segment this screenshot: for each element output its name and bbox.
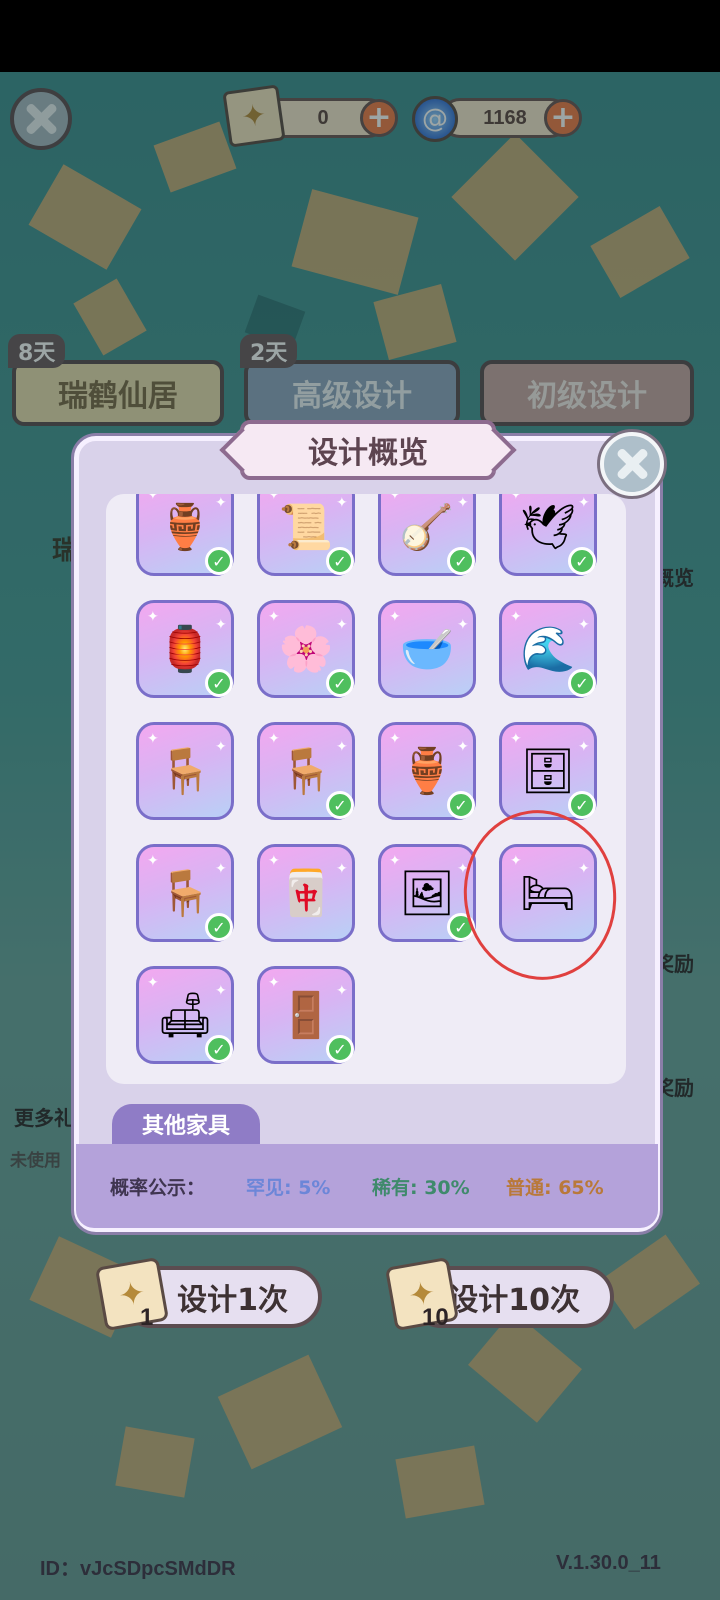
sparkle-icon: ✦: [457, 739, 469, 755]
sparkle-icon: ✦: [578, 739, 590, 755]
sparkle-icon: ✦: [510, 609, 522, 625]
sparkle-icon: ✦: [215, 861, 227, 877]
lattice-screen-icon: 🚪: [278, 990, 334, 1041]
sparkle-icon: ✦: [147, 731, 159, 747]
sparkle-icon: ✦: [510, 494, 522, 503]
cost-count: 10: [422, 1304, 449, 1331]
furniture-item[interactable]: 🗄 ✦ ✦ ✓: [499, 722, 597, 820]
probability-label: 概率公示：: [110, 1176, 206, 1199]
furniture-item[interactable]: 🏺 ✦ ✦ ✓: [136, 494, 234, 576]
sparkle-icon: ✦: [457, 617, 469, 633]
cost-count: 1: [140, 1304, 154, 1331]
sparkle-icon: ✦: [215, 495, 227, 511]
sparkle-icon: ✦: [336, 983, 348, 999]
sparkle-icon: ✦: [389, 609, 401, 625]
owned-check-icon: ✓: [205, 547, 233, 575]
furniture-item[interactable]: 🏺 ✦ ✦ ✓: [378, 722, 476, 820]
sparkle-icon: ✦: [578, 617, 590, 633]
incense-burner-icon: 🏺: [157, 502, 213, 553]
sparkle-icon: ✦: [215, 983, 227, 999]
sparkle-icon: ✦: [389, 494, 401, 503]
sparkle-icon: ✦: [510, 731, 522, 747]
probability-bar: 概率公示： 罕见: 5% 稀有: 30% 普通: 65%: [76, 1144, 658, 1228]
owned-check-icon: ✓: [326, 669, 354, 697]
modal-title: 设计概览: [240, 420, 496, 480]
furniture-item[interactable]: 🌸 ✦ ✦ ✓: [257, 600, 355, 698]
uncommon-rate: 稀有: 30%: [372, 1176, 470, 1199]
square-stool-icon: 🪑: [157, 746, 213, 797]
furniture-item[interactable]: 🚪 ✦ ✦ ✓: [257, 966, 355, 1064]
modal-title-text: 设计概览: [308, 436, 428, 471]
sparkle-icon: ✦: [147, 975, 159, 991]
sparkle-icon: ✦: [389, 853, 401, 869]
crane-scroll-icon: ✦: [94, 1256, 170, 1332]
sparkle-icon: ✦: [336, 617, 348, 633]
wave-tray-icon: 🌊: [520, 624, 576, 675]
sparkle-icon: ✦: [336, 739, 348, 755]
owned-check-icon: ✓: [205, 1035, 233, 1063]
furniture-item[interactable]: 🪑 ✦ ✦ ✓: [257, 722, 355, 820]
furniture-item[interactable]: 🏮 ✦ ✦ ✓: [136, 600, 234, 698]
owned-check-icon: ✓: [205, 913, 233, 941]
sparkle-icon: ✦: [457, 495, 469, 511]
display-shelf-icon: 🗄: [520, 746, 576, 797]
furniture-item[interactable]: 🌊 ✦ ✦ ✓: [499, 600, 597, 698]
armchair-icon: 🪑: [157, 868, 213, 919]
status-bar: [0, 0, 720, 72]
owned-check-icon: ✓: [568, 791, 596, 819]
owned-check-icon: ✓: [326, 791, 354, 819]
sparkle-icon: ✦: [268, 853, 280, 869]
furniture-item[interactable]: 🪑 ✦ ✦: [136, 722, 234, 820]
common-rate: 普通: 65%: [506, 1176, 604, 1199]
low-bench-icon: 🛋: [157, 990, 213, 1041]
furniture-item[interactable]: 🕊 ✦ ✦ ✓: [499, 494, 597, 576]
gourd-vase-icon: 🏺: [399, 746, 455, 797]
owned-check-icon: ✓: [447, 791, 475, 819]
player-id: ID：vJcSDpcSMdDR: [40, 1558, 236, 1580]
painted-screen-icon: 🖼: [399, 868, 455, 919]
other-furniture-tab[interactable]: 其他家具: [112, 1104, 260, 1144]
folding-screen-icon: 🀄: [278, 868, 334, 919]
sparkle-icon: ✦: [336, 861, 348, 877]
sparkle-icon: ✦: [147, 609, 159, 625]
owned-check-icon: ✓: [447, 547, 475, 575]
owned-check-icon: ✓: [568, 547, 596, 575]
sparkle-icon: ✦: [268, 731, 280, 747]
lantern-stand-icon: 🏮: [157, 624, 213, 675]
sparkle-icon: ✦: [147, 853, 159, 869]
plum-blossom-vase-icon: 🌸: [278, 624, 334, 675]
close-icon: [615, 447, 649, 481]
sparkle-icon: ✦: [389, 731, 401, 747]
close-modal-button[interactable]: [600, 432, 664, 496]
crane-statue-icon: 🕊: [520, 502, 576, 553]
furniture-item[interactable]: 🥣 ✦ ✦: [378, 600, 476, 698]
furniture-item[interactable]: 🛋 ✦ ✦ ✓: [136, 966, 234, 1064]
rare-rate: 罕见: 5%: [246, 1176, 331, 1199]
furniture-item[interactable]: 🪑 ✦ ✦ ✓: [136, 844, 234, 942]
treasure-bowl-icon: 🥣: [399, 624, 455, 675]
scroll-painting-icon: 📜: [278, 502, 334, 553]
sparkle-icon: ✦: [336, 495, 348, 511]
item-grid-panel: 🏺 ✦ ✦ ✓ 📜 ✦ ✦ ✓ 🪕 ✦ ✦ ✓ 🕊 ✦ ✦ ✓ 🏮 ✦ ✦ ✓ 🌸 ✦ ✦ ✓ 🥣 ✦ ✦ 🌊 ✦ ✦ ✓ 🪑 ✦ ✦ 🪑 ✦ ✦ ✓ 🏺 ✦…: [106, 494, 626, 1084]
sparkle-icon: ✦: [147, 494, 159, 503]
furniture-item[interactable]: 📜 ✦ ✦ ✓: [257, 494, 355, 576]
sparkle-icon: ✦: [215, 739, 227, 755]
sparkle-icon: ✦: [268, 494, 280, 503]
owned-check-icon: ✓: [326, 1035, 354, 1063]
tall-stand-icon: 🪑: [278, 746, 334, 797]
owned-check-icon: ✓: [326, 547, 354, 575]
sparkle-icon: ✦: [268, 609, 280, 625]
furniture-item[interactable]: 🖼 ✦ ✦ ✓: [378, 844, 476, 942]
version-label: V.1.30.0_11: [556, 1552, 661, 1574]
sparkle-icon: ✦: [578, 495, 590, 511]
owned-check-icon: ✓: [568, 669, 596, 697]
furniture-item[interactable]: 🪕 ✦ ✦ ✓: [378, 494, 476, 576]
sparkle-icon: ✦: [215, 617, 227, 633]
furniture-item[interactable]: 🀄 ✦ ✦: [257, 844, 355, 942]
owned-check-icon: ✓: [205, 669, 233, 697]
sparkle-icon: ✦: [268, 975, 280, 991]
pipa-instrument-icon: 🪕: [399, 502, 455, 553]
